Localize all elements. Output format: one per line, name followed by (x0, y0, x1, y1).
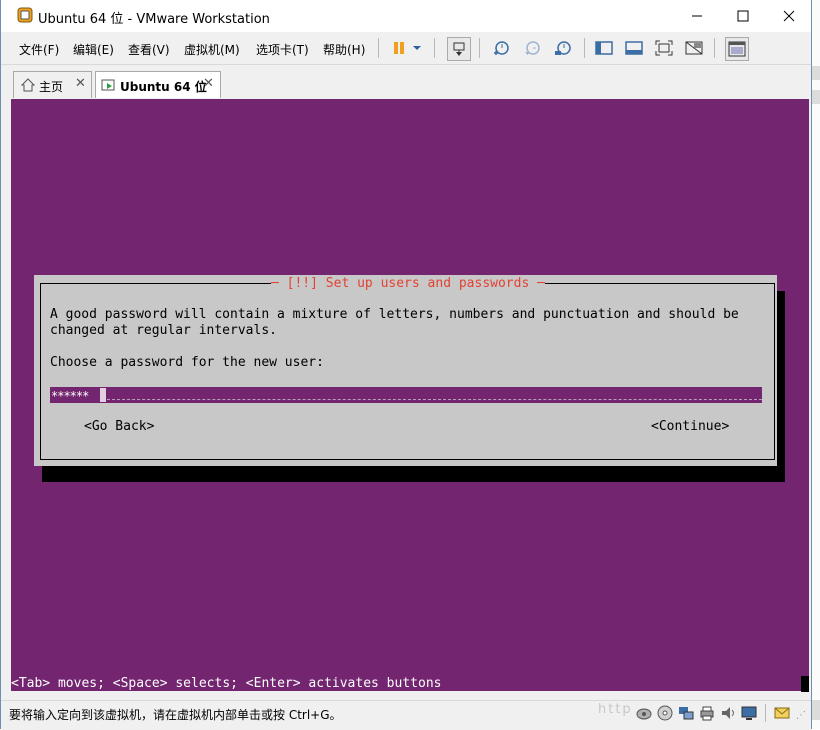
hard-disk-icon[interactable] (636, 705, 652, 721)
background-window-edge (812, 0, 820, 729)
password-mask: ****** (51, 389, 89, 403)
home-icon (20, 78, 36, 95)
dialog-message-line2: changed at regular intervals. (50, 323, 277, 338)
unity-icon[interactable] (683, 37, 705, 59)
tab-bar: 主页 ✕ Ubuntu 64 位 ✕ (1, 65, 811, 100)
minimize-button[interactable] (674, 0, 720, 31)
title-bar[interactable]: Ubuntu 64 位 - VMware Workstation (1, 0, 811, 32)
continue-button[interactable]: <Continue> (651, 419, 729, 434)
sound-card-icon[interactable] (720, 705, 736, 721)
menu-edit[interactable]: 编辑(E) (73, 41, 114, 58)
window-title: Ubuntu 64 位 - VMware Workstation (38, 12, 270, 27)
toolbar-separator (434, 38, 435, 58)
dialog-title-text: [!!] Set up users and passwords (286, 276, 530, 291)
tab-home[interactable]: 主页 ✕ (13, 71, 92, 98)
dialog-message-line1: A good password will contain a mixture o… (50, 307, 739, 322)
dialog-title: ─ [!!] Set up users and passwords ─ (271, 275, 545, 293)
menu-tabs[interactable]: 选项卡(T) (256, 41, 309, 58)
status-message: 要将输入定向到该虚拟机，请在虚拟机内部单击或按 Ctrl+G。 (9, 708, 342, 722)
toolbar-separator (584, 38, 585, 58)
password-prompt: Choose a password for the new user: (50, 355, 324, 370)
send-ctrl-alt-del-icon[interactable] (447, 37, 471, 61)
cd-drive-icon[interactable] (657, 705, 673, 721)
close-icon[interactable]: ✕ (75, 76, 86, 91)
menu-vm[interactable]: 虚拟机(M) (184, 41, 240, 58)
snapshot-take-icon[interactable] (490, 37, 512, 59)
network-adapter-icon[interactable] (678, 705, 694, 721)
tab-home-label: 主页 (39, 80, 64, 94)
maximize-button[interactable] (720, 0, 766, 31)
resize-grip[interactable]: ⋰ (796, 710, 806, 721)
console-view-icon[interactable] (725, 37, 749, 61)
dropdown-arrow-icon[interactable] (410, 37, 424, 59)
toolbar-separator (479, 38, 480, 58)
display-icon[interactable] (741, 705, 757, 721)
thumbnail-bar-icon[interactable] (623, 37, 645, 59)
console-edge (801, 676, 809, 692)
text-cursor (100, 388, 106, 402)
menu-toolbar: 文件(F) 编辑(E) 查看(V) 虚拟机(M) 选项卡(T) 帮助(H) (1, 32, 811, 65)
printer-icon[interactable] (699, 705, 715, 721)
keyboard-help-line: <Tab> moves; <Space> selects; <Enter> ac… (11, 676, 442, 691)
close-button[interactable] (766, 0, 812, 31)
show-library-icon[interactable] (593, 37, 615, 59)
vm-icon (101, 78, 116, 96)
snapshot-manager-icon[interactable] (552, 37, 574, 59)
pause-icon[interactable] (388, 37, 410, 59)
toolbar-separator (378, 38, 379, 58)
menu-help[interactable]: 帮助(H) (323, 41, 365, 58)
menu-view[interactable]: 查看(V) (128, 41, 170, 58)
close-icon[interactable]: ✕ (203, 76, 214, 91)
fullscreen-icon[interactable] (653, 37, 675, 59)
tab-ubuntu[interactable]: Ubuntu 64 位 ✕ (95, 71, 221, 98)
toolbar-separator (714, 38, 715, 58)
watermark-text: http (598, 702, 633, 717)
vmware-app-icon (17, 7, 33, 23)
password-input-underline (107, 399, 762, 401)
status-separator (765, 704, 766, 722)
menu-file[interactable]: 文件(F) (19, 41, 59, 58)
snapshot-revert-icon[interactable] (521, 37, 543, 59)
message-log-icon[interactable] (774, 705, 790, 721)
tab-ubuntu-label: Ubuntu 64 位 (120, 80, 207, 94)
go-back-button[interactable]: <Go Back> (84, 419, 154, 434)
